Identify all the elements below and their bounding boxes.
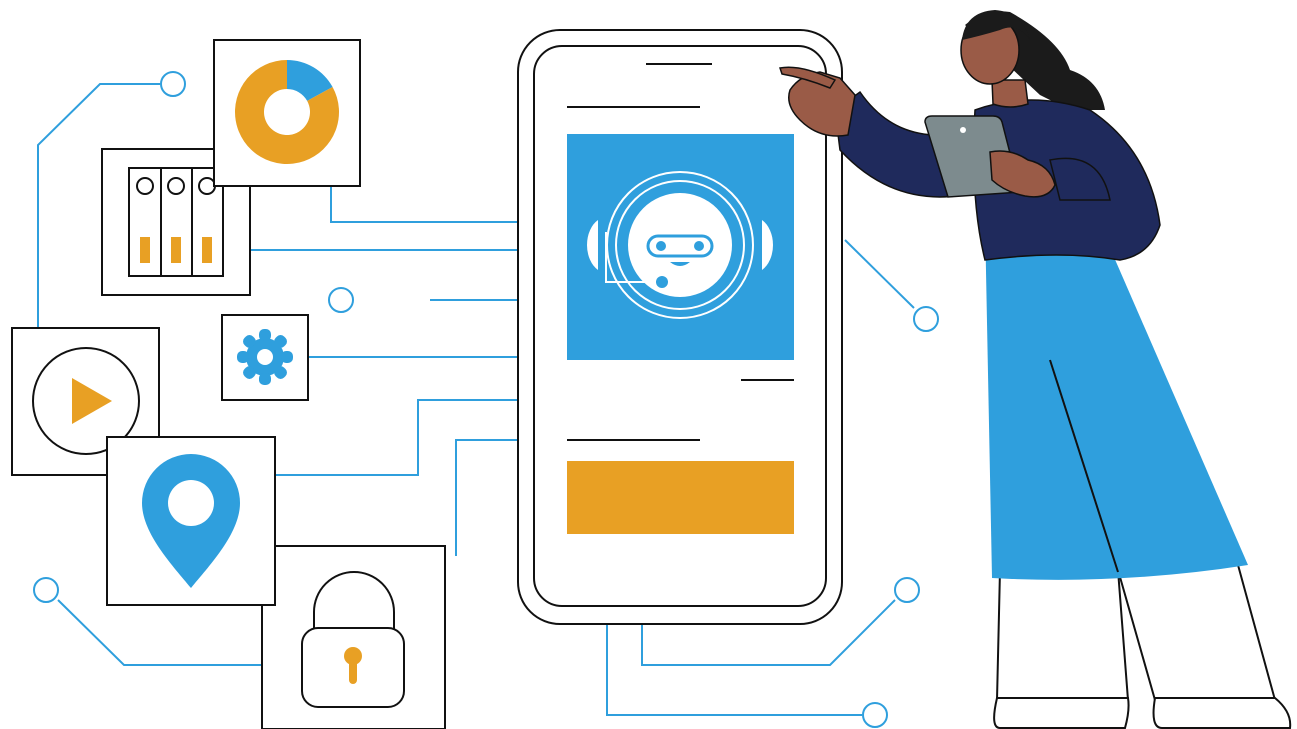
illustration-canvas bbox=[11, 10, 1292, 729]
gear-icon[interactable] bbox=[237, 329, 293, 385]
gear-card bbox=[221, 314, 309, 401]
action-button[interactable] bbox=[567, 461, 794, 534]
location-card bbox=[106, 436, 276, 606]
binder-ring-icon bbox=[136, 177, 154, 195]
smartphone bbox=[517, 29, 843, 625]
woman-figure bbox=[779, 10, 1292, 729]
donut-chart-card bbox=[213, 39, 361, 187]
shoe bbox=[1152, 697, 1292, 729]
shoe bbox=[993, 697, 1130, 729]
binder-ring-icon bbox=[167, 177, 185, 195]
binder-ring-icon bbox=[198, 177, 216, 195]
lock-card bbox=[261, 545, 446, 729]
